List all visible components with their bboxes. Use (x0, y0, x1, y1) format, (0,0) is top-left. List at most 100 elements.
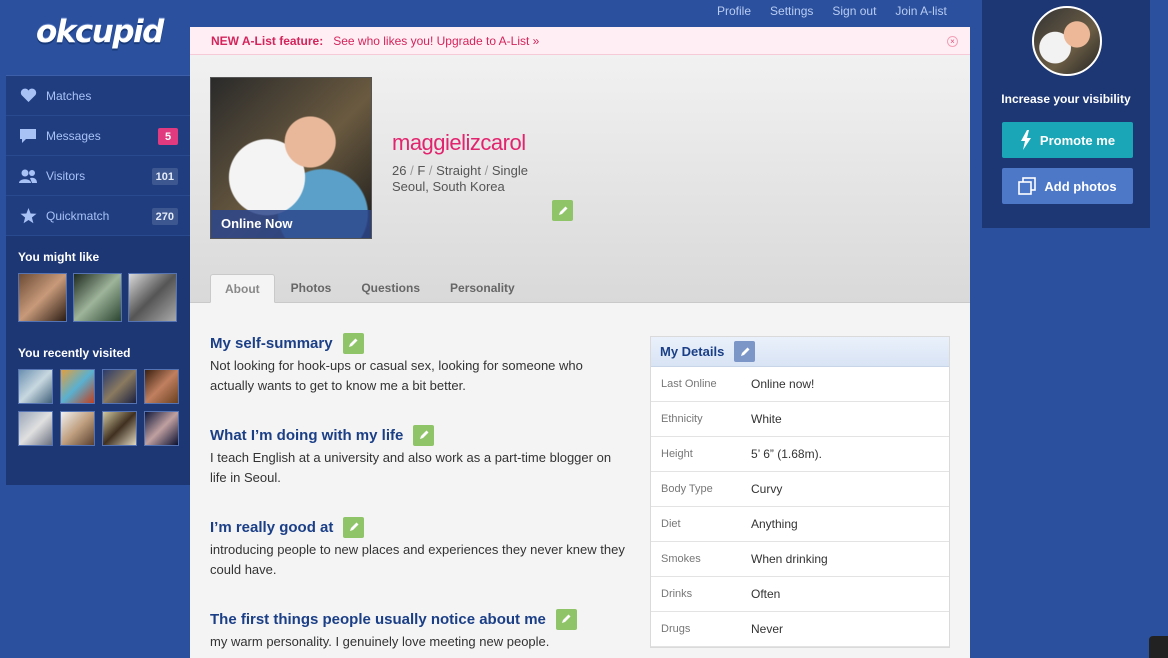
essay-text: Not looking for hook-ups or casual sex, … (210, 358, 583, 393)
suggested-user-photo[interactable] (128, 273, 177, 322)
details-key: Last Online (661, 378, 717, 390)
essay-title: What I’m doing with my life (210, 426, 404, 444)
might-like-heading: You might like (18, 250, 100, 264)
messages-count-badge: 5 (158, 128, 178, 145)
visitors-count-badge: 101 (151, 168, 178, 185)
visitors-icon (18, 168, 38, 184)
alert-upgrade-link[interactable]: See who likes you! Upgrade to A-List » (333, 34, 539, 48)
details-value: Anything (751, 517, 798, 531)
sidebar-item-messages[interactable]: Messages 5 (6, 116, 190, 156)
alist-alert-banner: NEW A-List feature: See who likes you! U… (190, 27, 970, 55)
might-like-list (18, 273, 190, 322)
essay-doing-with-life: What I’m doing with my life I teach Engl… (210, 424, 630, 488)
details-value: 5’ 6” (1.68m). (751, 447, 822, 461)
sidebar-item-quickmatch[interactable]: Quickmatch 270 (6, 196, 190, 236)
edit-essay-button[interactable] (342, 332, 364, 354)
profile-status: Single (491, 163, 528, 178)
profile-photo[interactable]: Online Now (210, 77, 372, 239)
add-photos-button[interactable]: Add photos (1002, 168, 1133, 204)
message-icon (18, 128, 38, 144)
details-row: Drugs Never (651, 612, 949, 647)
visited-user-photo[interactable] (60, 411, 95, 446)
essay-title: I’m really good at (210, 518, 334, 536)
essay-self-summary: My self-summary Not looking for hook-ups… (210, 332, 630, 396)
nav-profile-link[interactable]: Profile (717, 4, 751, 18)
nav-signout-link[interactable]: Sign out (832, 4, 876, 18)
suggested-user-photo[interactable] (73, 273, 122, 322)
suggested-user-photo[interactable] (18, 273, 67, 322)
visited-user-photo[interactable] (144, 411, 179, 446)
alert-label: NEW A-List feature: (211, 33, 324, 48)
recently-visited-list (18, 369, 190, 446)
visited-user-photo[interactable] (144, 369, 179, 404)
main-panel: NEW A-List feature: See who likes you! U… (190, 27, 970, 658)
details-row: Ethnicity White (651, 402, 949, 437)
profile-location: Seoul, South Korea (392, 179, 505, 194)
profile-orientation: Straight (436, 163, 481, 178)
tab-about[interactable]: About (210, 274, 275, 303)
essay-text: introducing people to new places and exp… (210, 542, 625, 577)
details-key: Body Type (661, 483, 713, 495)
visited-user-photo[interactable] (18, 411, 53, 446)
visibility-heading: Increase your visibility (1001, 92, 1131, 106)
details-row: Drinks Often (651, 577, 949, 612)
pencil-icon (740, 347, 750, 356)
sidebar-item-visitors[interactable]: Visitors 101 (6, 156, 190, 196)
photos-icon (1018, 177, 1037, 195)
close-icon[interactable]: × (947, 36, 958, 47)
essay-first-notice: The first things people usually notice a… (210, 608, 630, 652)
essay-title: The first things people usually notice a… (210, 610, 546, 628)
details-value: Never (751, 622, 784, 636)
essay-text: my warm personality. I genuinely love me… (210, 634, 550, 649)
tab-personality[interactable]: Personality (436, 274, 529, 303)
essay-text: I teach English at a university and also… (210, 450, 612, 485)
heart-icon (18, 88, 38, 104)
profile-header: Online Now maggielizcarol 26 / F / Strai… (190, 55, 970, 303)
okcupid-logo[interactable]: okcupid (36, 14, 164, 50)
visited-user-photo[interactable] (18, 369, 53, 404)
visibility-panel: Increase your visibility Promote me Add … (982, 0, 1150, 228)
sidebar-item-label: Visitors (46, 168, 86, 183)
feedback-tab[interactable] (1149, 636, 1168, 658)
details-key: Drinks (661, 588, 693, 600)
edit-essay-button[interactable] (343, 516, 365, 538)
edit-basics-button[interactable] (552, 200, 573, 221)
tab-questions[interactable]: Questions (347, 274, 434, 303)
visited-user-photo[interactable] (60, 369, 95, 404)
pencil-icon (419, 430, 429, 439)
profile-age: 26 (392, 163, 407, 178)
visited-user-photo[interactable] (102, 369, 137, 404)
recently-visited-heading: You recently visited (18, 346, 131, 360)
essays-section: My self-summary Not looking for hook-ups… (210, 332, 630, 658)
quickmatch-count-badge: 270 (151, 208, 178, 225)
details-row: Smokes When drinking (651, 542, 949, 577)
edit-essay-button[interactable] (413, 424, 435, 446)
online-now-label: Online Now (211, 210, 371, 238)
my-details-panel: My Details Last Online Online now! Ethnic… (650, 336, 950, 648)
details-header: My Details (651, 337, 949, 367)
details-row: Diet Anything (651, 507, 949, 542)
edit-essay-button[interactable] (555, 608, 577, 630)
edit-details-button[interactable] (734, 341, 756, 362)
profile-username: maggielizcarol (392, 130, 526, 155)
profile-basics: 26 / F / Straight / Single Seoul, South … (392, 163, 528, 194)
avatar[interactable] (1032, 6, 1102, 76)
sidebar-item-label: Quickmatch (46, 208, 110, 223)
nav-join-alist-link[interactable]: Join A-list (895, 4, 946, 18)
details-key: Height (661, 448, 693, 460)
star-icon (18, 207, 38, 224)
details-key: Ethnicity (661, 413, 703, 425)
details-value: Often (751, 587, 781, 601)
sidebar-item-label: Matches (46, 88, 92, 103)
details-value: Curvy (751, 482, 783, 496)
visited-user-photo[interactable] (102, 411, 137, 446)
nav-settings-link[interactable]: Settings (770, 4, 813, 18)
details-value: White (751, 412, 782, 426)
promote-label: Promote me (1039, 132, 1116, 148)
promote-me-button[interactable]: Promote me (1002, 122, 1133, 158)
tab-photos[interactable]: Photos (277, 274, 346, 303)
essay-good-at: I’m really good at introducing people to… (210, 516, 630, 580)
add-photos-label: Add photos (1044, 178, 1117, 194)
sidebar-item-matches[interactable]: Matches (6, 76, 190, 116)
profile-gender: F (417, 163, 426, 178)
